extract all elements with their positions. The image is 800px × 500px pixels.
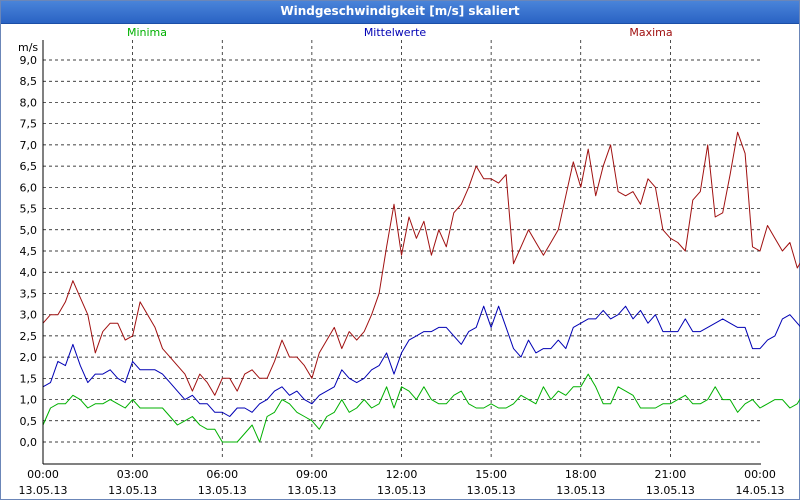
y-tick-label: 4,5 [20, 245, 38, 258]
y-tick-label: 6,0 [20, 181, 38, 194]
x-tick-time: 00:00 [744, 468, 776, 481]
y-tick-label: 7,0 [20, 139, 38, 152]
x-tick-date: 13.05.13 [287, 484, 336, 497]
y-tick-label: 3,0 [20, 309, 38, 322]
series-line-maxima [42, 131, 800, 396]
x-tick-time: 00:00 [27, 468, 59, 481]
series-lines [42, 131, 800, 443]
x-tick-time: 18:00 [565, 468, 597, 481]
legend-maxima: Maxima [629, 26, 672, 39]
x-tick-date: 14.05.13 [736, 484, 785, 497]
x-tick-time: 09:00 [296, 468, 328, 481]
y-tick-label: 1,0 [20, 394, 38, 407]
y-tick-label: 0,5 [20, 415, 38, 428]
x-tick-date: 13.05.13 [646, 484, 695, 497]
x-tick-date: 13.05.13 [198, 484, 247, 497]
x-tick-date: 13.05.13 [467, 484, 516, 497]
x-tick-date: 13.05.13 [19, 484, 68, 497]
x-tick-time: 15:00 [475, 468, 507, 481]
series-line-minima [42, 373, 800, 443]
x-tick-date: 13.05.13 [556, 484, 605, 497]
y-tick-label: 8,0 [20, 96, 38, 109]
y-tick-label: 1,5 [20, 372, 38, 385]
y-tick-label: 0,0 [20, 436, 38, 449]
y-tick-label: 7,5 [20, 118, 38, 131]
y-tick-label: 2,5 [20, 330, 38, 343]
y-tick-label: 3,5 [20, 287, 38, 300]
y-axis-label: m/s [18, 41, 38, 54]
y-tick-label: 4,0 [20, 266, 38, 279]
legend-minima: Minima [127, 26, 167, 39]
x-tick-time: 03:00 [117, 468, 149, 481]
x-tick-time: 06:00 [206, 468, 238, 481]
x-tick-time: 21:00 [655, 468, 687, 481]
chart-svg: 9,0 8,5 8,0 7,5 7,0 6,5 6,0 5,5 5,0 4,5 4,0 3,5 3,0 2… [18, 26, 800, 497]
y-tick-label: 9,0 [20, 54, 38, 67]
y-tick-label: 5,5 [20, 203, 38, 216]
legend-mittelwerte: Mittelwerte [364, 26, 427, 39]
y-tick-label: 8,5 [20, 75, 38, 88]
y-tick-label: 5,0 [20, 224, 38, 237]
y-tick-label: 6,5 [20, 160, 38, 173]
y-tick-label: 2,0 [20, 351, 38, 364]
x-tick-date: 13.05.13 [108, 484, 157, 497]
grid [43, 40, 760, 460]
x-tick-time: 12:00 [386, 468, 418, 481]
x-tick-date: 13.05.13 [377, 484, 426, 497]
